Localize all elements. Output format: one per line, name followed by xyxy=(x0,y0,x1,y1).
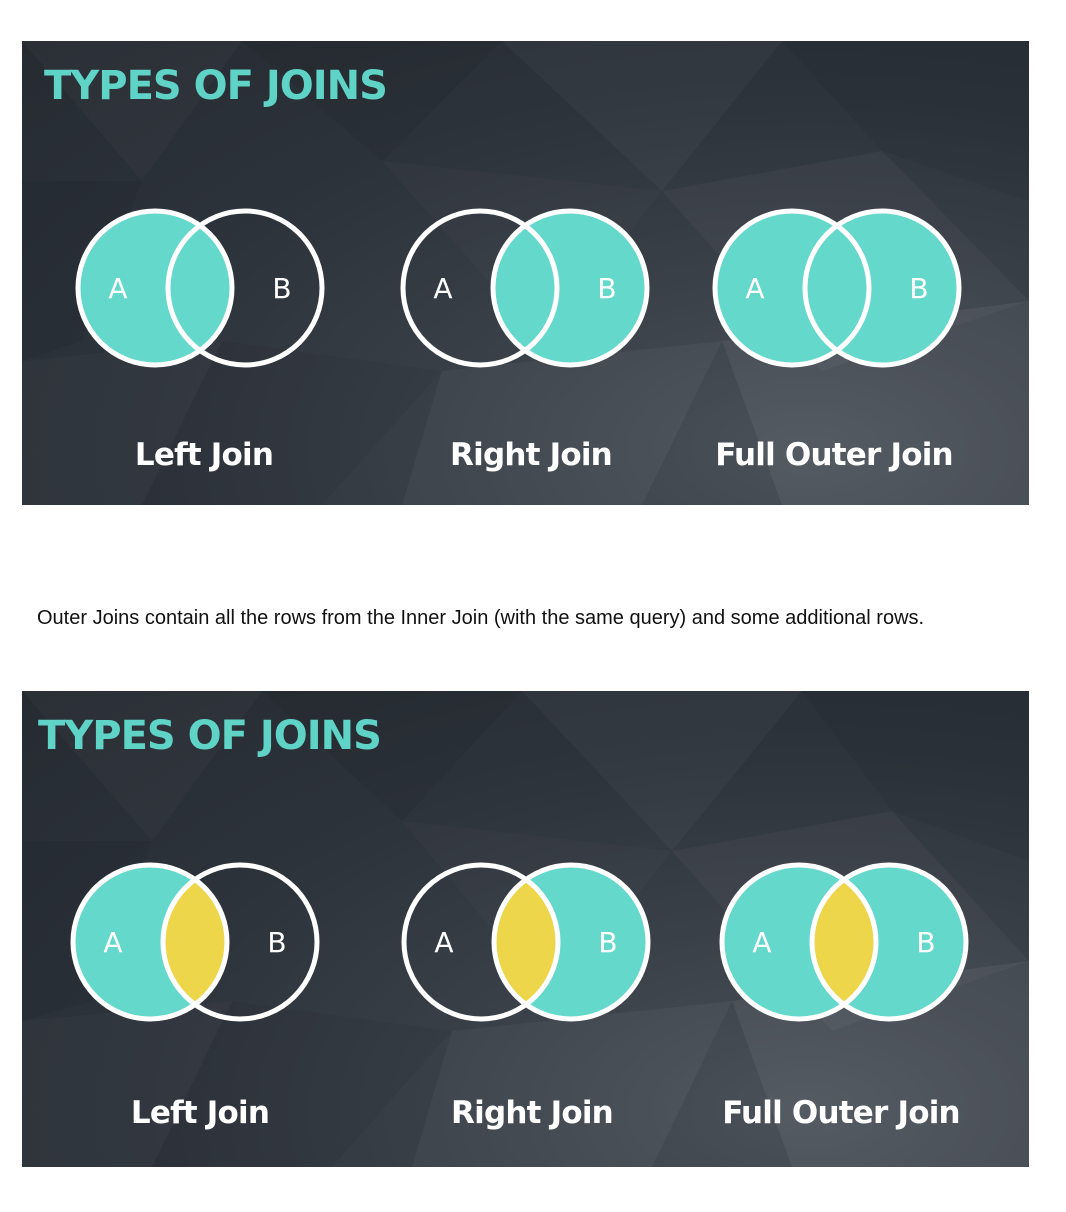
set-b-label: B xyxy=(916,926,935,959)
left-join-label: Left Join xyxy=(134,437,274,473)
right-join-label: Right Join xyxy=(451,1095,614,1131)
set-a-label: A xyxy=(745,272,764,305)
slide-title: TYPES OF JOINS xyxy=(44,63,388,109)
set-a-label: A xyxy=(752,926,771,959)
left-join-venn-diagram: AB xyxy=(70,862,320,1022)
set-a-label: A xyxy=(434,926,453,959)
full-outer-join-label: Full Outer Join xyxy=(722,1095,960,1131)
full-outer-join-label: Full Outer Join xyxy=(715,437,953,473)
set-b-label: B xyxy=(598,926,617,959)
join-types-slide-1: TYPES OF JOINS AB AB AB Left Join Right … xyxy=(22,41,1029,505)
right-join-label: Right Join xyxy=(450,437,613,473)
full-outer-join-venn-diagram: AB xyxy=(712,208,962,368)
right-join-venn-diagram: AB xyxy=(401,862,651,1022)
full-outer-join-venn-diagram: AB xyxy=(719,862,969,1022)
right-join-venn-diagram: AB xyxy=(400,208,650,368)
set-b-label: B xyxy=(597,272,616,305)
left-join-venn-diagram: AB xyxy=(75,208,325,368)
set-a-label: A xyxy=(433,272,452,305)
left-join-label: Left Join xyxy=(130,1095,270,1131)
slide-title: TYPES OF JOINS xyxy=(38,713,382,759)
outer-joins-caption: Outer Joins contain all the rows from th… xyxy=(37,607,925,629)
set-b-label: B xyxy=(909,272,928,305)
join-types-slide-2: TYPES OF JOINS AB AB AB Left Join Right … xyxy=(22,691,1029,1167)
set-a-label: A xyxy=(103,926,122,959)
set-a-label: A xyxy=(108,272,127,305)
set-b-label: B xyxy=(272,272,291,305)
set-b-label: B xyxy=(267,926,286,959)
